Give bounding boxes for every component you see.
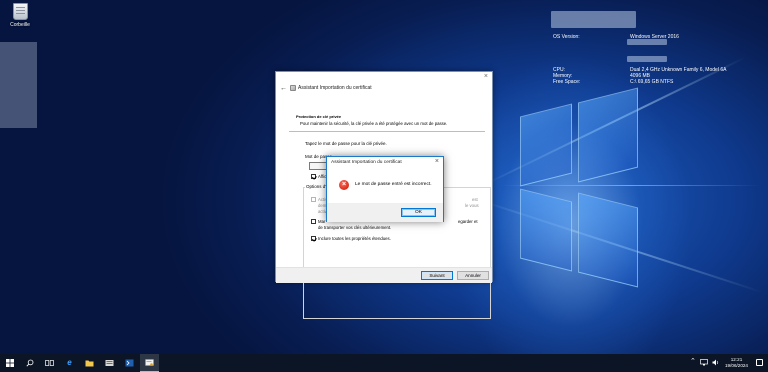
error-message: Le mot de passe entré est incorrect. [355, 182, 432, 187]
close-icon[interactable]: × [435, 158, 439, 165]
free-space-value: C:\ 69,65 GB NTFS [630, 79, 674, 85]
internet-explorer-icon: e [67, 358, 72, 367]
back-arrow-icon[interactable]: ← [280, 85, 287, 92]
clock-date: 19/06/2024 [725, 363, 748, 368]
logo-pane [578, 87, 638, 183]
folder-icon [85, 360, 94, 367]
taskbar-clock[interactable]: 12:21 19/06/2024 [725, 357, 748, 369]
mark-exportable-text: de transporter vos clés ultérieurement. [318, 225, 392, 230]
redacted-block [551, 11, 636, 28]
start-button[interactable] [0, 354, 19, 372]
password-prompt: Tapez le mot de passe pour la clé privée… [305, 141, 387, 146]
include-properties-checkbox[interactable] [311, 236, 316, 241]
taskbar-server-manager[interactable] [100, 354, 119, 372]
taskbar-internet-explorer[interactable]: e [60, 354, 79, 372]
error-icon: × [339, 180, 349, 190]
task-view-button[interactable] [40, 354, 59, 372]
recycle-bin-icon [12, 3, 28, 20]
taskbar-certificate-wizard[interactable] [140, 354, 159, 372]
next-button[interactable]: Suivant [421, 271, 453, 280]
logo-pane [578, 192, 638, 288]
search-icon [25, 359, 33, 367]
logo-pane [520, 103, 572, 187]
powershell-icon [125, 359, 134, 367]
os-version-value: Windows Server 2016 [630, 34, 679, 40]
strong-protection-text-tail: est [472, 197, 478, 202]
search-button[interactable] [20, 354, 39, 372]
windows-logo-icon [5, 359, 14, 367]
ok-button[interactable]: OK [401, 208, 436, 217]
taskbar-powershell[interactable] [120, 354, 139, 372]
cancel-button[interactable]: Annuler [457, 271, 489, 280]
system-tray: ⌃ [688, 354, 728, 372]
wizard-title: Assistant Importation du certificat [298, 85, 372, 91]
error-dialog-title: Assistant Importation du certificat [331, 160, 402, 165]
section-title: Protection de clé privée [296, 114, 342, 119]
taskbar: e ⌃ 12:21 19/06/2024 [0, 354, 768, 372]
free-space-label: Free Space: [553, 79, 581, 85]
chevron-up-icon[interactable]: ⌃ [690, 357, 696, 365]
close-icon[interactable]: × [484, 73, 488, 80]
wizard-footer: Suivant Annuler [276, 267, 492, 283]
error-dialog: Assistant Importation du certificat × × … [326, 156, 444, 222]
volume-icon[interactable] [712, 359, 720, 366]
certificate-icon [145, 358, 154, 366]
divider [289, 131, 485, 132]
network-icon[interactable] [700, 359, 708, 366]
logo-pane [520, 188, 572, 272]
show-password-checkbox[interactable] [311, 174, 316, 179]
mark-exportable-checkbox[interactable] [311, 219, 316, 224]
import-options-label: Options d'i [305, 184, 329, 189]
mark-exportable-text: Mar [318, 219, 326, 224]
include-properties-label: Inclure toutes les propriétés étendues. [318, 236, 391, 241]
certificate-icon [290, 85, 296, 91]
wizard-titlebar: ← Assistant Importation du certificat × [276, 72, 492, 110]
notifications-icon[interactable] [756, 359, 763, 366]
taskbar-file-explorer[interactable] [80, 354, 99, 372]
os-version-label: OS Version: [553, 34, 580, 40]
light-beam [500, 185, 760, 186]
recycle-bin-label: Corbeille [10, 22, 30, 28]
server-manager-icon [105, 360, 114, 366]
task-view-icon [45, 360, 54, 366]
recycle-bin-shortcut[interactable]: Corbeille [4, 3, 36, 28]
error-dialog-footer: OK [327, 203, 443, 222]
desktop-selection-area [0, 42, 37, 128]
mark-exportable-text-tail: egarder et [458, 219, 478, 224]
redacted-block [627, 56, 667, 62]
strong-protection-text-tail: le vous [465, 203, 479, 208]
section-description: Pour maintenir la sécurité, la clé privé… [300, 121, 448, 126]
strong-protection-checkbox[interactable] [311, 197, 316, 202]
